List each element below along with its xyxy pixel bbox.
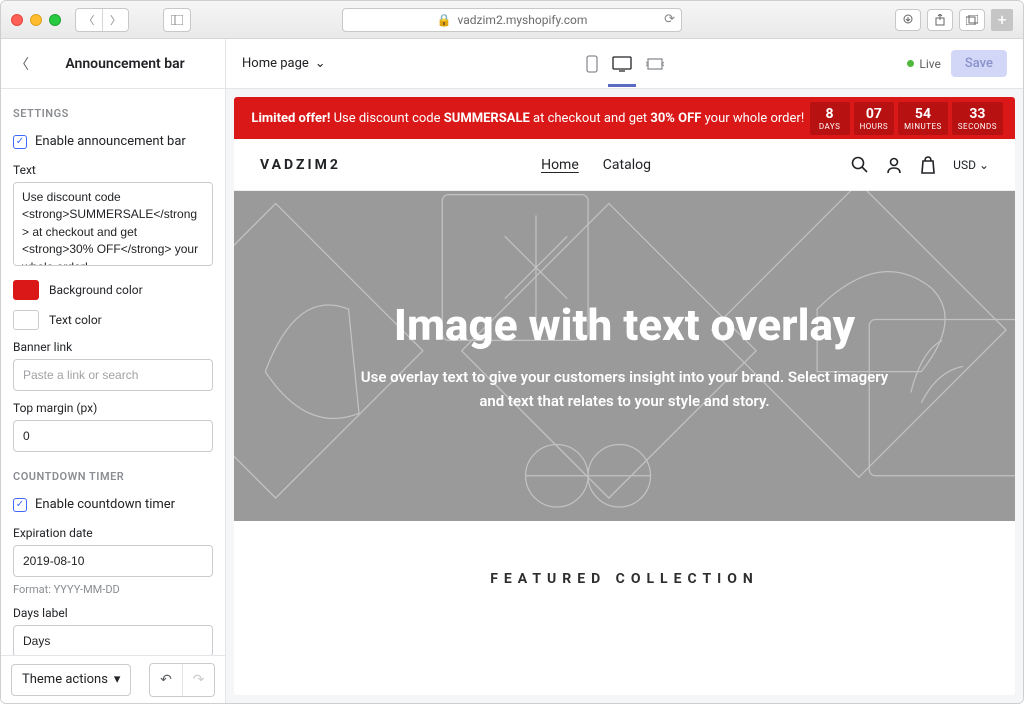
undo-button[interactable]: ↶ xyxy=(150,664,182,696)
breadcrumb-label: Home page xyxy=(242,56,309,71)
save-button[interactable]: Save xyxy=(951,50,1007,77)
account-icon[interactable] xyxy=(885,156,903,174)
section-countdown-label: COUNTDOWN TIMER xyxy=(13,452,213,493)
announce-discount: 30% OFF xyxy=(650,111,701,126)
text-color-swatch[interactable] xyxy=(13,310,39,330)
settings-sidebar: 〈 Announcement bar SETTINGS ✓ Enable ann… xyxy=(1,39,226,703)
back-button[interactable]: 〈 xyxy=(15,54,29,74)
enable-announcement-label: Enable announcement bar xyxy=(35,134,186,149)
featured-title: FEATURED COLLECTION xyxy=(234,571,1015,587)
announce-mid2: at checkout and get xyxy=(530,111,651,126)
announcement-text: Limited offer! Use discount code SUMMERS… xyxy=(246,111,810,126)
reload-icon[interactable]: ⟳ xyxy=(664,12,675,27)
text-field-label: Text xyxy=(13,153,213,182)
hero-section: Image with text overlay Use overlay text… xyxy=(234,191,1015,521)
nav-back-button[interactable]: 〈 xyxy=(76,9,102,31)
nav-home[interactable]: Home xyxy=(541,157,579,173)
browser-titlebar: 〈 〉 🔒 vadzim2.myshopify.com ⟳ + xyxy=(1,1,1023,39)
days-label-label: Days label xyxy=(13,596,213,625)
banner-link-label: Banner link xyxy=(13,330,213,359)
hero-title: Image with text overlay xyxy=(394,299,855,351)
currency-selector[interactable]: USD ⌄ xyxy=(953,158,989,172)
new-tab-button[interactable]: + xyxy=(991,9,1013,31)
enable-countdown-checkbox[interactable]: ✓ xyxy=(13,498,27,512)
countdown-days: 8DAYS xyxy=(810,102,850,135)
countdown-seconds: 33SECONDS xyxy=(952,102,1003,135)
countdown-minutes: 54MINUTES xyxy=(898,102,948,135)
text-color-label: Text color xyxy=(49,313,102,327)
days-label-input[interactable] xyxy=(13,625,213,655)
countdown-hours: 07HOURS xyxy=(854,102,895,135)
expiration-input[interactable] xyxy=(13,545,213,577)
top-margin-input[interactable] xyxy=(13,420,213,452)
site-header: VADZIM2 Home Catalog USD ⌄ xyxy=(234,139,1015,191)
live-status: Live xyxy=(907,57,940,71)
window-zoom[interactable] xyxy=(49,14,61,26)
live-dot-icon xyxy=(907,60,914,67)
share-icon[interactable] xyxy=(927,9,953,31)
announcement-bar: Limited offer! Use discount code SUMMERS… xyxy=(234,97,1015,139)
enable-countdown-label: Enable countdown timer xyxy=(35,497,175,512)
sidebar-title: Announcement bar xyxy=(65,56,184,72)
editor-topbar: Home page ⌄ xyxy=(226,39,1023,89)
announce-prefix: Limited offer! xyxy=(251,111,330,126)
announcement-text-input[interactable] xyxy=(13,182,213,266)
format-hint: Format: YYYY-MM-DD xyxy=(13,577,213,596)
featured-section: FEATURED COLLECTION xyxy=(234,521,1015,637)
bg-color-label: Background color xyxy=(49,283,143,297)
live-label: Live xyxy=(919,57,940,71)
device-desktop[interactable] xyxy=(612,56,632,72)
redo-button[interactable]: ↷ xyxy=(182,664,214,696)
hero-body: Use overlay text to give your customers … xyxy=(355,365,895,413)
chevron-down-icon: ⌄ xyxy=(315,56,326,71)
address-bar[interactable]: 🔒 vadzim2.myshopify.com ⟳ xyxy=(342,8,682,32)
expiration-label: Expiration date xyxy=(13,516,213,545)
nav-forward-button[interactable]: 〉 xyxy=(102,9,128,31)
tabs-icon[interactable] xyxy=(959,9,985,31)
cart-icon[interactable] xyxy=(919,155,937,175)
device-mobile[interactable] xyxy=(586,55,598,73)
banner-link-input[interactable] xyxy=(13,359,213,391)
brand-logo[interactable]: VADZIM2 xyxy=(260,157,341,173)
enable-announcement-checkbox[interactable]: ✓ xyxy=(13,135,27,149)
theme-actions-label: Theme actions xyxy=(22,672,108,687)
window-close[interactable] xyxy=(11,14,23,26)
device-fullwidth[interactable] xyxy=(646,57,664,71)
window-minimize[interactable] xyxy=(30,14,42,26)
caret-down-icon: ▾ xyxy=(114,672,121,687)
url-text: vadzim2.myshopify.com xyxy=(458,13,588,27)
top-margin-label: Top margin (px) xyxy=(13,391,213,420)
theme-actions-button[interactable]: Theme actions ▾ xyxy=(11,664,131,696)
sidebar-toggle-icon[interactable] xyxy=(164,9,190,31)
lock-icon: 🔒 xyxy=(437,13,452,27)
announce-suffix: your whole order! xyxy=(701,111,804,126)
nav-catalog[interactable]: Catalog xyxy=(603,157,651,173)
page-selector[interactable]: Home page ⌄ xyxy=(242,56,326,71)
bg-color-swatch[interactable] xyxy=(13,280,39,300)
countdown-timer: 8DAYS 07HOURS 54MINUTES 33SECONDS xyxy=(810,102,1003,135)
announce-mid1: Use discount code xyxy=(330,111,443,126)
search-icon[interactable] xyxy=(851,156,869,174)
announce-code: SUMMERSALE xyxy=(444,111,530,126)
download-icon[interactable] xyxy=(895,9,921,31)
section-settings-label: SETTINGS xyxy=(13,89,213,130)
